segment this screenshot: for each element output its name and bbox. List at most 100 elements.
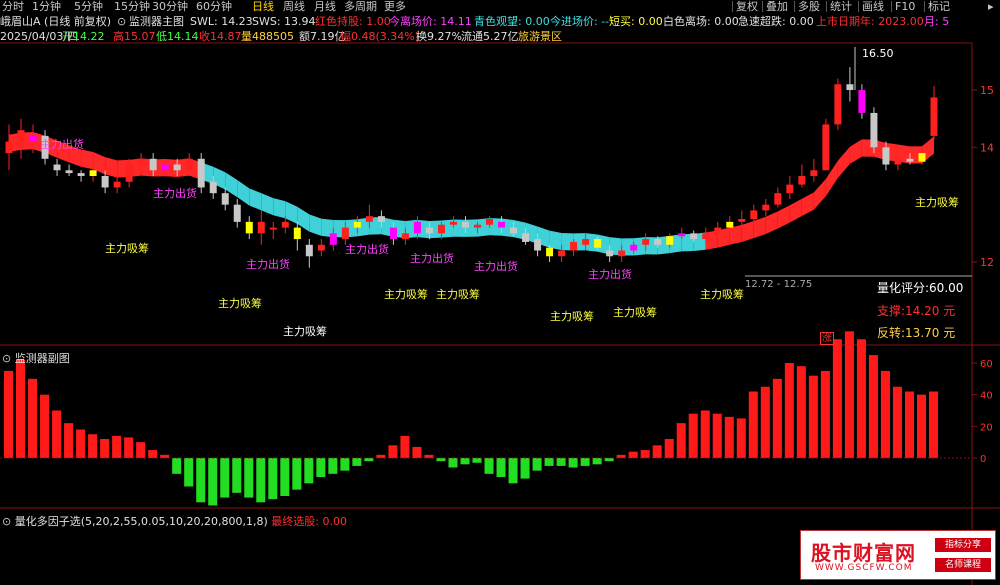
candle-body — [353, 221, 361, 228]
histogram-bar — [4, 370, 14, 458]
candle-body — [293, 227, 301, 240]
histogram-bar — [412, 446, 422, 458]
candle-body — [930, 97, 938, 136]
ribbon-segment — [273, 198, 286, 219]
histogram-bar — [700, 410, 710, 458]
histogram-bar — [196, 458, 206, 503]
price-tick-label: 12 — [980, 256, 994, 269]
candle-body — [449, 221, 457, 225]
ribbon-segment — [549, 230, 562, 251]
candle-body — [77, 173, 85, 176]
candle-body — [798, 176, 806, 185]
candle-body — [125, 164, 133, 182]
candle-body — [389, 227, 397, 240]
histogram-bar — [520, 458, 530, 479]
histogram-bar — [352, 458, 362, 466]
candle-body — [558, 250, 566, 257]
candle-body — [786, 184, 794, 194]
ribbon-segment — [765, 211, 778, 235]
candle-body — [209, 181, 217, 194]
histogram-bar — [460, 458, 470, 465]
histogram-bar — [640, 450, 650, 458]
range-label: 12.72 - 12.75 — [745, 279, 813, 290]
bottom-panel-name[interactable]: 量化多因子选(5,20,2,55,0.05,10,20,20,800,1,8) — [15, 515, 268, 528]
candle-body — [221, 193, 229, 205]
histogram-bar — [316, 458, 326, 477]
score-label: 量化评分:60.00 — [877, 281, 964, 295]
high-price-label: 16.50 — [862, 47, 894, 60]
sub-collapse-icon[interactable]: ⊙ — [2, 352, 11, 365]
histogram-bar — [568, 458, 578, 468]
candle-body — [570, 241, 578, 251]
sub-tick-label: 60 — [980, 359, 993, 370]
bottom-collapse-icon[interactable]: ⊙ — [2, 515, 11, 528]
sell-signal-label: 主力出货 — [588, 267, 632, 281]
histogram-bar — [40, 394, 50, 458]
candle-body — [437, 224, 445, 234]
candle-body — [173, 164, 181, 171]
histogram-bar — [304, 458, 314, 484]
candle-body — [834, 84, 842, 125]
histogram-bar — [832, 339, 842, 458]
sell-signal-label: 主力出货 — [40, 137, 84, 151]
support-label: 支撑:14.20 元 — [877, 304, 956, 318]
histogram-bar — [532, 458, 542, 471]
candle-body — [365, 216, 373, 222]
sub-panel-name[interactable]: 监测器副图 — [15, 352, 70, 365]
candle-body — [498, 221, 506, 228]
stock-chart[interactable]: 主力出货主力出货主力出货主力出货主力出货主力出货主力出货主力吸筹主力吸筹主力吸筹… — [0, 0, 1000, 585]
histogram-bar — [268, 458, 278, 500]
histogram-bar — [100, 439, 110, 458]
histogram-bar — [688, 413, 698, 458]
ribbon-segment — [741, 220, 754, 243]
watermark-tag-course: 名师课程 — [935, 558, 991, 572]
sell-signal-label: 主力出货 — [474, 259, 518, 273]
candle-body — [522, 233, 530, 242]
candle-body — [65, 170, 73, 174]
histogram-bar — [112, 435, 122, 458]
sell-signal-label: 主力出货 — [345, 242, 389, 256]
candle-body — [822, 124, 830, 171]
candle-body — [149, 158, 157, 171]
ribbon-segment — [249, 188, 262, 211]
candle-body — [594, 239, 602, 248]
candle-body — [774, 193, 782, 205]
histogram-bar — [784, 363, 794, 458]
ribbon-segment — [849, 139, 862, 164]
histogram-bar — [328, 458, 338, 474]
histogram-bar — [64, 423, 74, 458]
histogram-bar — [88, 434, 98, 458]
histogram-bar — [736, 418, 746, 458]
histogram-bar — [220, 458, 230, 498]
ribbon-segment — [789, 198, 802, 223]
candle-body — [606, 250, 614, 257]
candle-body — [377, 216, 385, 222]
ribbon-segment — [105, 157, 118, 178]
histogram-bar — [592, 458, 602, 465]
candle-body — [137, 158, 145, 165]
histogram-bar — [124, 437, 134, 458]
price-tick-label: 15 — [980, 84, 994, 97]
final-select-value: 最终选股: 0.00 — [271, 515, 347, 528]
candle-body — [678, 233, 686, 237]
histogram-bar — [844, 331, 854, 458]
watermark-logo: 股市财富网 WWW.GSCFW.COM 指标分享 名师课程 — [800, 530, 996, 580]
ribbon-segment — [777, 205, 790, 229]
histogram-bar — [652, 445, 662, 458]
ribbon-segment — [261, 193, 274, 216]
sub-tick-label: 40 — [980, 391, 993, 402]
candle-body — [810, 170, 818, 176]
buy-signal-label: 主力吸筹 — [384, 287, 428, 301]
candle-body — [894, 158, 902, 165]
candle-body — [762, 204, 770, 211]
candle-body — [654, 239, 662, 245]
watermark-url: WWW.GSCFW.COM — [815, 563, 913, 573]
candle-body — [474, 224, 482, 228]
sub-tick-label: 0 — [980, 454, 986, 465]
ribbon-segment — [309, 214, 322, 236]
candle-body — [161, 164, 169, 171]
buy-signal-label-white: 主力吸筹 — [283, 324, 327, 338]
candle-body — [5, 141, 13, 154]
candle-body — [401, 233, 409, 240]
candle-body — [546, 247, 554, 257]
